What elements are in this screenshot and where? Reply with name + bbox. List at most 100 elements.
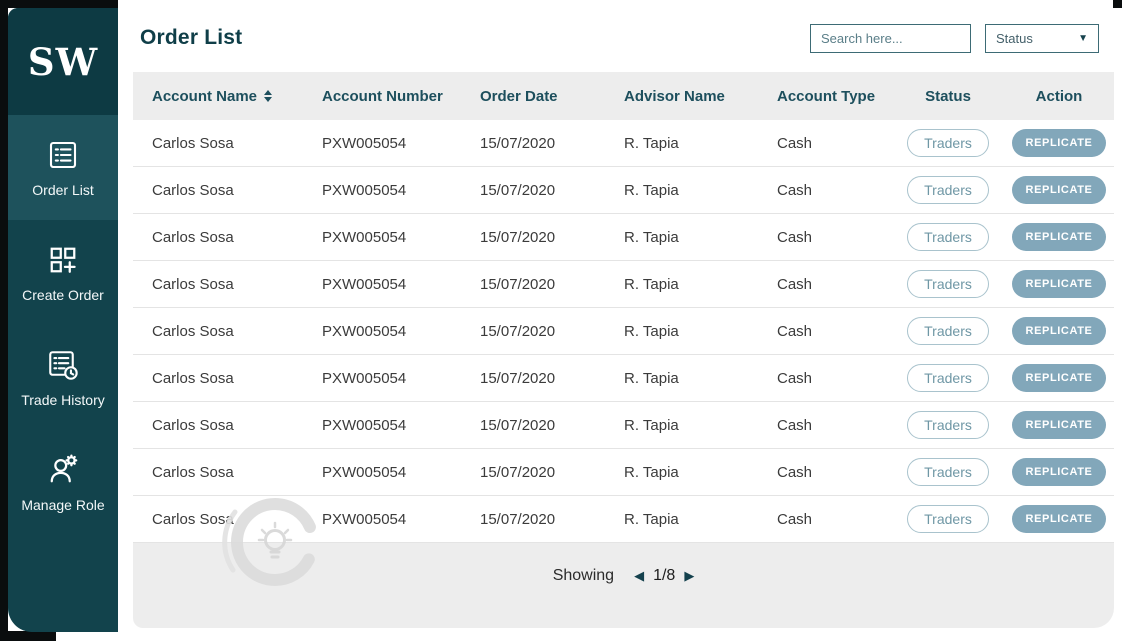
column-header-order-date: Order Date (480, 88, 624, 105)
pagination: Showing ◀ 1/8 ▶ (133, 543, 1114, 628)
cell-account-name: Carlos Sosa (152, 323, 322, 340)
sidebar-item-label: Manage Role (21, 497, 104, 513)
frame-bottom-left-bar (0, 631, 56, 641)
main-content: Order List Status ▼ Account Name Account… (118, 8, 1122, 641)
sidebar: SW Order List Create Order (8, 8, 118, 632)
replicate-button[interactable]: REPLICATE (1012, 176, 1107, 204)
sidebar-item-label: Trade History (21, 392, 105, 408)
cell-account-type: Cash (777, 182, 892, 199)
cell-account-number: PXW005054 (322, 323, 480, 340)
cell-account-type: Cash (777, 135, 892, 152)
sidebar-item-label: Order List (32, 182, 93, 198)
column-header-status: Status (892, 88, 1004, 105)
replicate-button[interactable]: REPLICATE (1012, 317, 1107, 345)
table-row: Carlos Sosa PXW005054 15/07/2020 R. Tapi… (133, 496, 1114, 543)
table-row: Carlos Sosa PXW005054 15/07/2020 R. Tapi… (133, 261, 1114, 308)
replicate-button[interactable]: REPLICATE (1012, 505, 1107, 533)
sidebar-item-order-list[interactable]: Order List (8, 115, 118, 220)
cell-order-date: 15/07/2020 (480, 417, 624, 434)
table-row: Carlos Sosa PXW005054 15/07/2020 R. Tapi… (133, 214, 1114, 261)
cell-account-type: Cash (777, 276, 892, 293)
cell-account-type: Cash (777, 511, 892, 528)
status-traders-button[interactable]: Traders (907, 129, 989, 157)
cell-advisor-name: R. Tapia (624, 511, 777, 528)
page-indicator: 1/8 (653, 567, 675, 585)
cell-account-number: PXW005054 (322, 511, 480, 528)
replicate-button[interactable]: REPLICATE (1012, 458, 1107, 486)
table-row: Carlos Sosa PXW005054 15/07/2020 R. Tapi… (133, 308, 1114, 355)
cell-order-date: 15/07/2020 (480, 229, 624, 246)
sidebar-item-label: Create Order (22, 287, 104, 303)
table-row: Carlos Sosa PXW005054 15/07/2020 R. Tapi… (133, 402, 1114, 449)
cell-account-name: Carlos Sosa (152, 417, 322, 434)
page-title: Order List (140, 26, 242, 50)
status-traders-button[interactable]: Traders (907, 270, 989, 298)
column-header-account-name: Account Name (152, 88, 322, 105)
status-traders-button[interactable]: Traders (907, 505, 989, 533)
frame-left-bar (0, 0, 8, 641)
prev-page-button[interactable]: ◀ (634, 568, 644, 584)
cell-account-number: PXW005054 (322, 417, 480, 434)
table-body: Carlos Sosa PXW005054 15/07/2020 R. Tapi… (133, 120, 1114, 543)
create-order-icon (45, 242, 81, 278)
order-table: Account Name Account Number Order Date A… (133, 72, 1114, 628)
table-row: Carlos Sosa PXW005054 15/07/2020 R. Tapi… (133, 355, 1114, 402)
status-traders-button[interactable]: Traders (907, 317, 989, 345)
status-traders-button[interactable]: Traders (907, 176, 989, 204)
chevron-down-icon: ▼ (1078, 33, 1088, 44)
cell-account-type: Cash (777, 464, 892, 481)
cell-account-name: Carlos Sosa (152, 464, 322, 481)
cell-account-type: Cash (777, 323, 892, 340)
search-box (810, 24, 971, 53)
status-traders-button[interactable]: Traders (907, 411, 989, 439)
showing-label: Showing (553, 567, 614, 585)
cell-advisor-name: R. Tapia (624, 417, 777, 434)
column-header-advisor-name: Advisor Name (624, 88, 777, 105)
cell-account-type: Cash (777, 370, 892, 387)
cell-account-name: Carlos Sosa (152, 135, 322, 152)
cell-account-name: Carlos Sosa (152, 276, 322, 293)
replicate-button[interactable]: REPLICATE (1012, 129, 1107, 157)
sidebar-item-manage-role[interactable]: Manage Role (8, 430, 118, 535)
replicate-button[interactable]: REPLICATE (1012, 411, 1107, 439)
replicate-button[interactable]: REPLICATE (1012, 364, 1107, 392)
status-filter-dropdown[interactable]: Status ▼ (985, 24, 1099, 53)
cell-account-name: Carlos Sosa (152, 182, 322, 199)
cell-account-number: PXW005054 (322, 370, 480, 387)
cell-advisor-name: R. Tapia (624, 135, 777, 152)
manage-role-icon (45, 452, 81, 488)
cell-order-date: 15/07/2020 (480, 182, 624, 199)
sidebar-item-trade-history[interactable]: Trade History (8, 325, 118, 430)
status-traders-button[interactable]: Traders (907, 223, 989, 251)
trade-history-icon (45, 347, 81, 383)
status-traders-button[interactable]: Traders (907, 364, 989, 392)
cell-order-date: 15/07/2020 (480, 323, 624, 340)
logo: SW (8, 8, 118, 115)
cell-advisor-name: R. Tapia (624, 229, 777, 246)
cell-account-name: Carlos Sosa (152, 511, 322, 528)
cell-advisor-name: R. Tapia (624, 323, 777, 340)
next-page-button[interactable]: ▶ (684, 568, 694, 584)
cell-account-number: PXW005054 (322, 182, 480, 199)
cell-advisor-name: R. Tapia (624, 464, 777, 481)
cell-account-name: Carlos Sosa (152, 229, 322, 246)
cell-account-type: Cash (777, 229, 892, 246)
sort-icon[interactable] (264, 90, 272, 102)
status-traders-button[interactable]: Traders (907, 458, 989, 486)
cell-account-name: Carlos Sosa (152, 370, 322, 387)
table-header-row: Account Name Account Number Order Date A… (133, 72, 1114, 120)
cell-account-type: Cash (777, 417, 892, 434)
cell-advisor-name: R. Tapia (624, 182, 777, 199)
order-list-icon (45, 137, 81, 173)
table-row: Carlos Sosa PXW005054 15/07/2020 R. Tapi… (133, 449, 1114, 496)
column-header-action: Action (1004, 88, 1114, 105)
frame-top-bar (0, 0, 118, 8)
cell-account-number: PXW005054 (322, 135, 480, 152)
sidebar-item-create-order[interactable]: Create Order (8, 220, 118, 325)
replicate-button[interactable]: REPLICATE (1012, 270, 1107, 298)
cell-account-number: PXW005054 (322, 229, 480, 246)
column-header-account-number: Account Number (322, 88, 480, 105)
search-input[interactable] (811, 31, 1001, 46)
cell-advisor-name: R. Tapia (624, 276, 777, 293)
replicate-button[interactable]: REPLICATE (1012, 223, 1107, 251)
